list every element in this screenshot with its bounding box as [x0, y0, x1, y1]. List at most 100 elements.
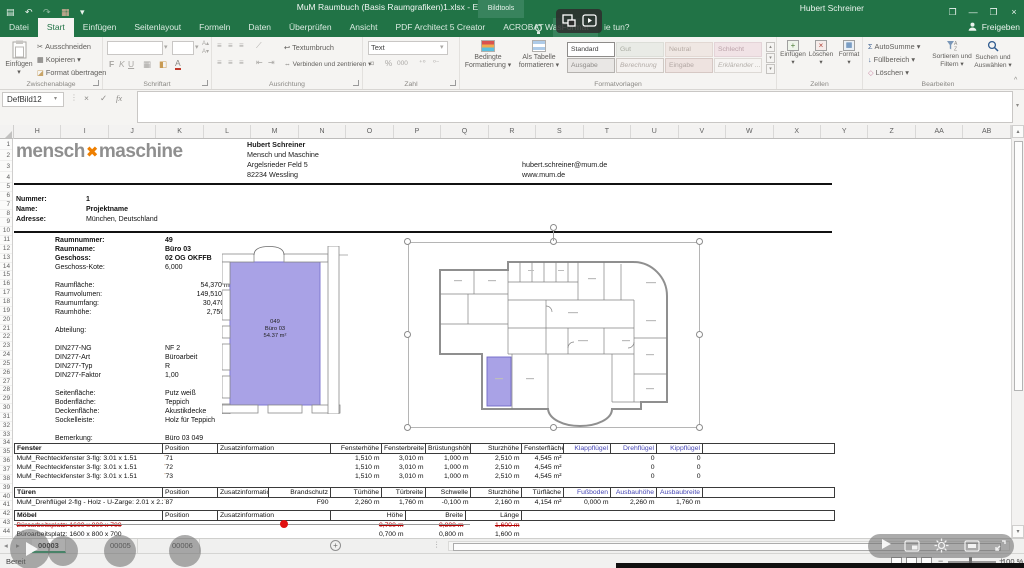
- row-header-12[interactable]: 12: [0, 245, 12, 254]
- grow-font-icon[interactable]: A▴: [202, 40, 209, 47]
- column-header-S[interactable]: S: [536, 125, 584, 138]
- table-header-cell[interactable]: Länge: [465, 510, 522, 521]
- column-header-M[interactable]: M: [251, 125, 299, 138]
- font-size-input[interactable]: [172, 41, 194, 55]
- underline-icon[interactable]: U: [128, 59, 134, 69]
- ribbon-tab-ansicht[interactable]: Ansicht: [341, 18, 387, 37]
- paste-button[interactable]: Einfügen ▾: [4, 40, 34, 76]
- row-header-25[interactable]: 25: [0, 360, 12, 369]
- ribbon-tab--berpr-fen[interactable]: Überprüfen: [280, 18, 341, 37]
- column-header-L[interactable]: L: [204, 125, 252, 138]
- pip-play-icon[interactable]: [582, 14, 597, 27]
- table-cell[interactable]: [218, 530, 331, 538]
- table-cell[interactable]: 2,160 m: [471, 498, 522, 508]
- table-header-cell[interactable]: Sturzhöhe: [470, 487, 522, 498]
- table-cell[interactable]: 0: [611, 463, 657, 472]
- clipboard-dialog-launcher[interactable]: [93, 80, 99, 86]
- scroll-up-icon[interactable]: ▴: [1012, 125, 1024, 138]
- table-cell[interactable]: [703, 498, 835, 508]
- table-header-cell[interactable]: Türbreite: [381, 487, 426, 498]
- table-header-cell[interactable]: Türhöhe: [330, 487, 382, 498]
- overlay-play-icon[interactable]: [882, 539, 891, 549]
- column-header-O[interactable]: O: [346, 125, 394, 138]
- format-as-table-button[interactable]: Als Tabelle formatieren ▾: [514, 40, 564, 69]
- column-header-J[interactable]: J: [109, 125, 157, 138]
- row-header-41[interactable]: 41: [0, 501, 12, 511]
- table-cell[interactable]: 1,000 m: [426, 463, 471, 472]
- formula-bar-splitter-icon[interactable]: ⋮: [70, 93, 78, 102]
- row-header-31[interactable]: 31: [0, 413, 12, 422]
- number-format-select[interactable]: Text: [368, 41, 448, 55]
- table-cell[interactable]: 4,545 m²: [522, 454, 564, 464]
- number-format-dropdown-icon[interactable]: ▾: [440, 43, 444, 51]
- orientation-icon[interactable]: ⟋: [256, 41, 262, 51]
- table-header-cell[interactable]: Fensterhöhe: [330, 443, 382, 454]
- currency-icon[interactable]: ¤: [370, 59, 374, 68]
- selection-handle-bottom-right[interactable]: [696, 424, 703, 431]
- rotate-handle[interactable]: [550, 224, 557, 231]
- column-header-R[interactable]: R: [489, 125, 537, 138]
- qat-dropdown-icon[interactable]: ▾: [80, 7, 85, 18]
- thousands-icon[interactable]: 000: [397, 60, 408, 67]
- ribbon-tab-pdf-architect-5-creator[interactable]: PDF Architect 5 Creator: [386, 18, 494, 37]
- table-cell[interactable]: F90: [269, 498, 331, 508]
- table-cell[interactable]: [564, 454, 611, 464]
- column-header-U[interactable]: U: [631, 125, 679, 138]
- gallery-more-icon[interactable]: ▾: [766, 64, 775, 74]
- overlay-fullscreen-icon[interactable]: [994, 539, 1007, 552]
- table-header-cell[interactable]: Türfläche: [521, 487, 564, 498]
- table-cell[interactable]: [564, 463, 611, 472]
- table-cell[interactable]: [218, 454, 331, 464]
- table-header-cell[interactable]: Klappflügel: [563, 443, 611, 454]
- table-cell[interactable]: 1,760 m: [657, 498, 703, 508]
- row-header-28[interactable]: 28: [0, 386, 12, 396]
- column-header-W[interactable]: W: [726, 125, 774, 138]
- table-cell[interactable]: -0,100 m: [426, 498, 471, 508]
- tabbar-splitter-icon[interactable]: ⋮: [433, 540, 441, 549]
- selection-handle-top-left[interactable]: [404, 238, 411, 245]
- fill-button[interactable]: ↓ Füllbereich ▾: [868, 55, 915, 64]
- select-all-corner[interactable]: [0, 125, 14, 139]
- video-overlay-circle-1[interactable]: [48, 536, 78, 566]
- insert-cells-button[interactable]: + Einfügen ▾: [780, 40, 806, 66]
- table-cell[interactable]: MuM_Rechteckfenster 3-flg: 3.01 x 1.51: [15, 454, 163, 464]
- column-header-Y[interactable]: Y: [821, 125, 869, 138]
- table-header-cell[interactable]: Schwelle: [425, 487, 471, 498]
- scroll-down-icon[interactable]: ▾: [1012, 525, 1024, 538]
- row-header-27[interactable]: 27: [0, 378, 12, 387]
- selection-handle-bottom-left[interactable]: [404, 424, 411, 431]
- row-header-16[interactable]: 16: [0, 280, 12, 290]
- cancel-entry-icon[interactable]: ×: [84, 93, 89, 103]
- row-header-38[interactable]: 38: [0, 475, 12, 484]
- row-header-10[interactable]: 10: [0, 227, 12, 237]
- font-name-dropdown-icon[interactable]: ▾: [164, 43, 168, 51]
- table-header-cell[interactable]: Zusatzinformation: [217, 487, 269, 498]
- table-header-cell[interactable]: Brandschutz: [268, 487, 331, 498]
- confirm-entry-icon[interactable]: ✓: [100, 93, 107, 104]
- row-header-21[interactable]: 21: [0, 325, 12, 334]
- image-selection-frame[interactable]: [408, 242, 700, 428]
- row-header-20[interactable]: 20: [0, 316, 12, 325]
- row-header-13[interactable]: 13: [0, 254, 12, 263]
- table-cell[interactable]: [522, 521, 835, 531]
- style-item-input[interactable]: Eingabe: [665, 58, 713, 73]
- row-header-19[interactable]: 19: [0, 307, 12, 316]
- row-header-23[interactable]: 23: [0, 342, 12, 352]
- cut-button[interactable]: ✂ Ausschneiden: [37, 42, 91, 51]
- column-header-N[interactable]: N: [299, 125, 347, 138]
- table-cell[interactable]: '73: [163, 472, 218, 481]
- table-cell[interactable]: 1,510 m: [331, 463, 382, 472]
- close-button[interactable]: ×: [1006, 7, 1022, 17]
- conditional-formatting-button[interactable]: Bedingte Formatierung ▾: [463, 40, 513, 69]
- alignment-dialog-launcher[interactable]: [353, 80, 359, 86]
- row-header-2[interactable]: 2: [0, 150, 12, 161]
- ribbon-tab-seitenlayout[interactable]: Seitenlayout: [125, 18, 190, 37]
- column-header-AB[interactable]: AB: [963, 125, 1011, 138]
- table-cell[interactable]: '71: [163, 454, 218, 464]
- formula-bar-expand-icon[interactable]: ▾: [1016, 102, 1019, 109]
- comment-marker-dot[interactable]: [280, 520, 288, 528]
- table-cell[interactable]: 0,700 m: [331, 530, 406, 538]
- table-cell[interactable]: 0: [657, 463, 703, 472]
- ribbon-tab-acrobat[interactable]: ACROBAT: [494, 18, 552, 37]
- ribbon-tab-einf-gen[interactable]: Einfügen: [74, 18, 126, 37]
